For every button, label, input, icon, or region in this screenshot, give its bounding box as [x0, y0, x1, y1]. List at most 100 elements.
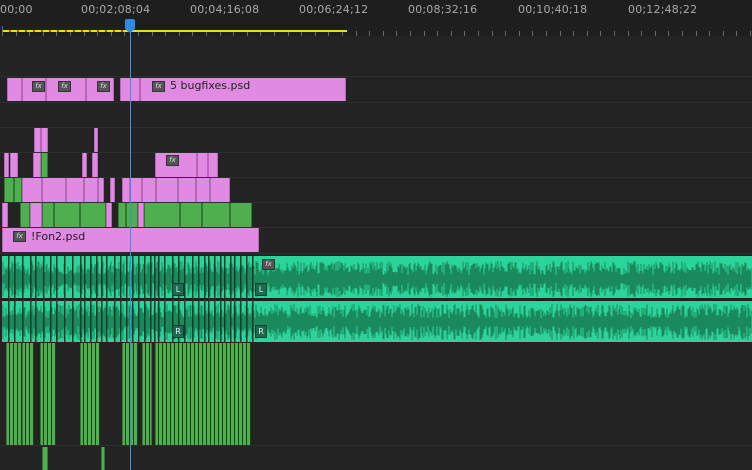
video-clip[interactable]: [34, 128, 41, 152]
waveform-segment: [234, 343, 235, 445]
video-clip[interactable]: [210, 178, 230, 202]
waveform-segment: [17, 343, 18, 445]
video-clip[interactable]: [92, 153, 98, 177]
ruler-tick: [736, 31, 737, 36]
fx-badge[interactable]: fx: [58, 81, 71, 92]
fx-badge[interactable]: fx: [262, 259, 275, 270]
video-clip[interactable]: [4, 153, 9, 177]
video-clip[interactable]: fx: [86, 78, 114, 101]
waveform-segment: [166, 343, 167, 445]
video-clip[interactable]: [122, 178, 130, 202]
video-clip[interactable]: [208, 153, 218, 177]
timecode-label: 00;02;08;04: [81, 3, 151, 16]
video-clip[interactable]: [14, 178, 22, 202]
video-clip[interactable]: [202, 203, 230, 227]
fx-badge[interactable]: fx: [97, 81, 110, 92]
timeline-panel: 00;00 00;02;08;04 00;04;16;08 00;06;24;1…: [0, 0, 752, 470]
ruler-tick: [437, 31, 438, 36]
ruler-tick: [655, 31, 656, 36]
video-clip[interactable]: [130, 178, 142, 202]
waveform-segment: [91, 343, 92, 445]
waveform-segment: [182, 343, 183, 445]
video-clip[interactable]: [178, 178, 196, 202]
video-clip[interactable]: [197, 153, 208, 177]
video-clip[interactable]: [66, 178, 84, 202]
audio-clip-lower[interactable]: [155, 343, 251, 445]
video-clip[interactable]: [118, 203, 126, 227]
video-clip[interactable]: [20, 203, 30, 227]
track-divider: [0, 152, 752, 153]
ruler-tick: [492, 31, 493, 36]
audio-clip-lower[interactable]: [142, 343, 152, 445]
timecode-label: 00;10;40;18: [518, 3, 588, 16]
timecode-label: 00;06;24;12: [299, 3, 369, 16]
video-clip[interactable]: fx: [155, 153, 197, 177]
video-clip[interactable]: [2, 203, 8, 227]
fx-badge[interactable]: fx: [166, 155, 179, 166]
ruler-tick: [356, 31, 357, 36]
video-clip[interactable]: [33, 153, 41, 177]
video-clip[interactable]: [98, 178, 104, 202]
ruler-tick: [682, 31, 683, 36]
video-clip[interactable]: [41, 128, 48, 152]
track-divider: [0, 102, 752, 103]
video-clip[interactable]: [110, 178, 115, 202]
channel-right-badge: R: [172, 325, 184, 338]
render-status-bar: [3, 30, 123, 32]
video-clip[interactable]: [156, 178, 178, 202]
waveform-segment: [25, 343, 26, 445]
video-clip[interactable]: [42, 178, 66, 202]
video-clip[interactable]: [144, 203, 180, 227]
waveform-segment: [43, 343, 44, 445]
video-clip[interactable]: [106, 203, 112, 227]
video-clip[interactable]: [41, 153, 48, 177]
audio-clip-lower[interactable]: [22, 343, 34, 445]
channel-right-badge: R: [255, 325, 267, 338]
channel-left-badge: L: [255, 283, 267, 296]
ruler-tick: [532, 31, 533, 36]
video-clip[interactable]: [30, 203, 42, 227]
video-clip[interactable]: [4, 178, 14, 202]
video-clip[interactable]: [10, 153, 18, 177]
ruler-tick: [546, 31, 547, 36]
audio-clip-lower[interactable]: [40, 343, 56, 445]
video-clip[interactable]: [126, 203, 138, 227]
video-clip[interactable]: [54, 203, 80, 227]
audio-clip-lower[interactable]: [80, 343, 100, 445]
audio-clip-lower[interactable]: [101, 447, 105, 470]
waveform-segment: [242, 343, 243, 445]
audio-clip-lower[interactable]: [6, 343, 22, 445]
waveform-segment: [238, 343, 239, 445]
waveform-segment: [194, 343, 195, 445]
fx-badge[interactable]: fx: [13, 231, 26, 242]
ruler-tick: [600, 31, 601, 36]
video-clip[interactable]: fx: [46, 78, 86, 101]
video-clip-bugfixes[interactable]: fx 5 bugfixes.psd: [140, 78, 346, 101]
waveform-segment: [9, 343, 10, 445]
ruler-tick: [587, 31, 588, 36]
fx-badge[interactable]: fx: [152, 81, 165, 92]
playhead-handle[interactable]: [125, 19, 135, 33]
video-clip[interactable]: [142, 178, 156, 202]
audio-waveform: [2, 256, 752, 342]
video-clip[interactable]: [42, 203, 54, 227]
timecode-label: 00;08;32;16: [408, 3, 478, 16]
video-clip[interactable]: [80, 203, 106, 227]
waveform-segment: [190, 343, 191, 445]
video-clip[interactable]: [180, 203, 202, 227]
video-clip[interactable]: [94, 128, 98, 152]
waveform-segment: [47, 343, 48, 445]
video-clip[interactable]: [82, 153, 87, 177]
video-clip[interactable]: [7, 78, 22, 101]
video-clip[interactable]: [22, 178, 42, 202]
fx-badge[interactable]: fx: [32, 81, 45, 92]
ruler-tick: [410, 31, 411, 36]
audio-clip-lower[interactable]: [42, 447, 48, 470]
video-clip[interactable]: [230, 203, 252, 227]
audio-clip[interactable]: [2, 256, 752, 342]
video-clip[interactable]: [84, 178, 98, 202]
waveform-segment: [222, 343, 223, 445]
time-ruler[interactable]: 00;00 00;02;08;04 00;04;16;08 00;06;24;1…: [0, 0, 752, 36]
video-clip[interactable]: [196, 178, 210, 202]
video-clip[interactable]: fx: [22, 78, 46, 101]
